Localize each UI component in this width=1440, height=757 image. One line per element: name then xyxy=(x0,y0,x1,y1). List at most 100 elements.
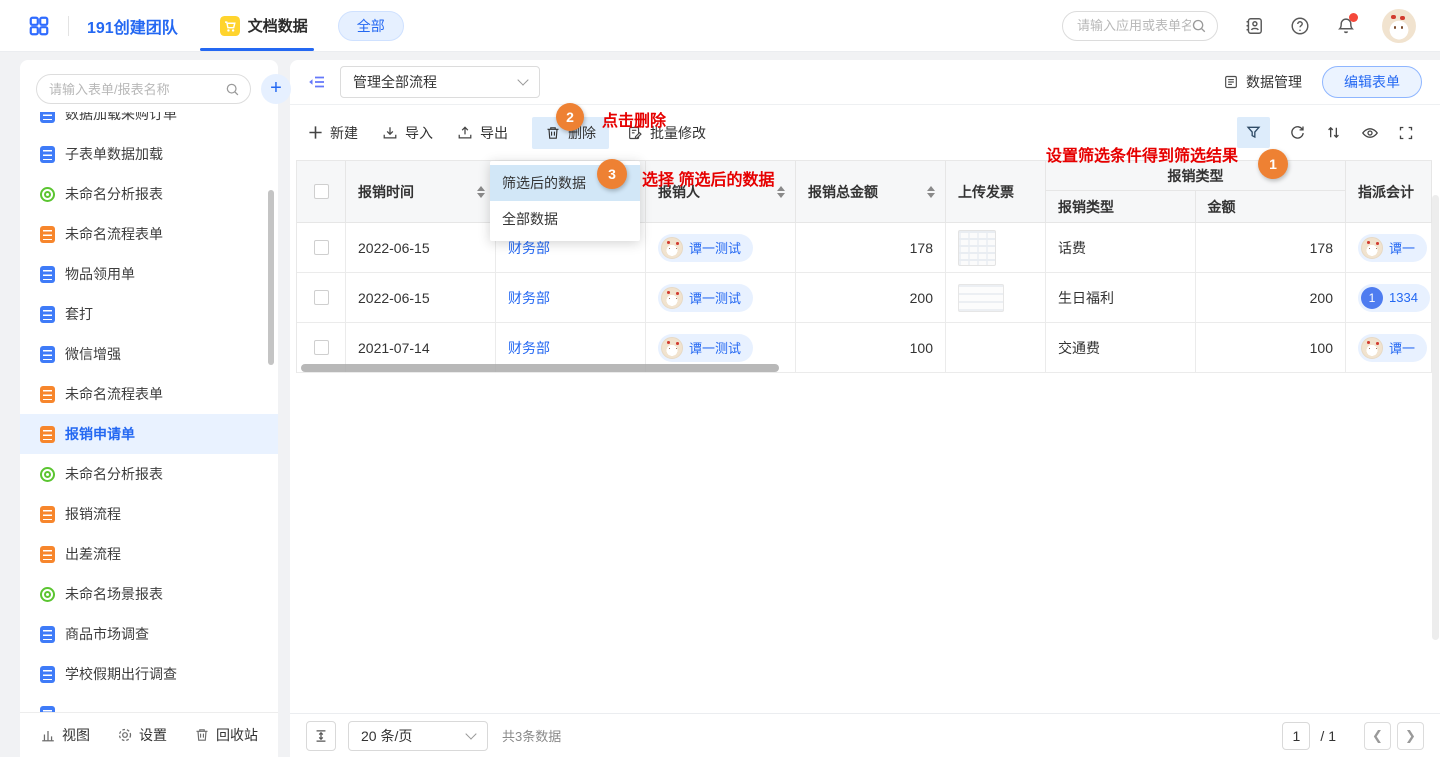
global-search-input[interactable] xyxy=(1077,18,1191,33)
page-size-select[interactable]: 20 条/页 xyxy=(348,721,488,751)
avatar xyxy=(661,287,683,309)
fullscreen-button[interactable] xyxy=(1398,125,1414,141)
sidebar-item-selected[interactable]: 报销申请单 xyxy=(20,414,278,454)
row-height-button[interactable] xyxy=(306,721,336,751)
header-invoice[interactable]: 上传发票 xyxy=(946,161,1046,223)
user-pill[interactable]: 谭一测试 xyxy=(658,334,753,362)
new-button[interactable]: 新建 xyxy=(308,123,358,143)
cell-total: 200 xyxy=(796,273,946,322)
data-manage-button[interactable]: 数据管理 xyxy=(1223,72,1302,92)
filter-button[interactable] xyxy=(1237,117,1270,148)
sidebar-item[interactable]: 商品市场调查 xyxy=(20,614,278,654)
form-icon xyxy=(40,346,55,363)
user-pill[interactable]: 谭一测试 xyxy=(658,284,753,312)
header-amount[interactable]: 金额 xyxy=(1196,191,1346,222)
contacts-icon[interactable] xyxy=(1244,16,1264,36)
cell-amount: 200 xyxy=(1196,273,1346,322)
sidebar-item[interactable]: 未命名流程表单 xyxy=(20,374,278,414)
user-pill[interactable]: 谭一测试 xyxy=(658,234,753,262)
recycle-bin-button[interactable]: 回收站 xyxy=(194,725,258,745)
sort-arrows-icon xyxy=(1325,124,1342,141)
export-button[interactable]: 导出 xyxy=(457,123,508,143)
collapse-sidebar-icon[interactable] xyxy=(308,73,326,91)
gear-icon xyxy=(117,727,133,743)
user-pill[interactable]: 11334 xyxy=(1358,284,1430,312)
header-date[interactable]: 报销时间 xyxy=(346,161,496,223)
data-table: 报销时间 报销人 报销总金额 上传发票 报销类型 报销类型 金额 指派会计 xyxy=(296,160,1432,373)
sidebar-item-clipped[interactable] xyxy=(20,694,278,712)
sort-icon[interactable] xyxy=(927,186,935,198)
sort-icon[interactable] xyxy=(477,186,485,198)
count-badge: 1 xyxy=(1361,287,1383,309)
refresh-button[interactable] xyxy=(1289,124,1306,141)
trash-icon xyxy=(194,727,210,743)
horizontal-scrollbar[interactable] xyxy=(301,364,779,372)
avatar xyxy=(1361,337,1383,359)
import-button[interactable]: 导入 xyxy=(382,123,433,143)
edit-form-button[interactable]: 编辑表单 xyxy=(1322,66,1422,98)
user-pill[interactable]: 谭一 xyxy=(1358,334,1427,362)
sidebar-item[interactable]: 数据加载采购订单 xyxy=(20,112,278,134)
tab-doc-data[interactable]: 文档数据 xyxy=(220,15,308,36)
visibility-button[interactable] xyxy=(1361,124,1379,142)
user-avatar[interactable] xyxy=(1382,9,1416,43)
cell-invoice xyxy=(946,323,1046,372)
menu-item-all-data[interactable]: 全部数据 xyxy=(490,201,640,237)
total-count-text: 共3条数据 xyxy=(502,726,561,745)
flow-filter-select[interactable]: 管理全部流程 xyxy=(340,66,540,98)
row-checkbox[interactable] xyxy=(314,240,329,255)
header-type[interactable]: 报销类型 xyxy=(1046,191,1196,222)
team-name[interactable]: 191创建团队 xyxy=(87,14,178,38)
prev-page-button[interactable]: ❮ xyxy=(1364,722,1391,750)
select-all-checkbox[interactable] xyxy=(314,184,329,199)
sidebar-search-input[interactable] xyxy=(49,82,225,97)
fullscreen-icon xyxy=(1398,125,1414,141)
form-icon xyxy=(40,626,55,643)
sort-button[interactable] xyxy=(1325,124,1342,141)
invoice-thumbnail[interactable] xyxy=(958,230,996,266)
user-pill[interactable]: 谭一 xyxy=(1358,234,1427,262)
sidebar-item[interactable]: 未命名场景报表 xyxy=(20,574,278,614)
sidebar-item[interactable]: 未命名流程表单 xyxy=(20,214,278,254)
vertical-scrollbar[interactable] xyxy=(1432,195,1439,640)
tab-all[interactable]: 全部 xyxy=(338,11,404,41)
flow-form-icon xyxy=(40,386,55,403)
sidebar-search[interactable] xyxy=(36,74,251,104)
sidebar-scrollbar[interactable] xyxy=(268,190,274,365)
flow-form-icon xyxy=(40,546,55,563)
current-page-box[interactable]: 1 xyxy=(1282,722,1310,750)
form-icon xyxy=(40,112,55,123)
cell-reporter: 谭一测试 xyxy=(646,273,796,322)
sidebar-item[interactable]: 未命名分析报表 xyxy=(20,454,278,494)
sidebar-item[interactable]: 物品领用单 xyxy=(20,254,278,294)
row-checkbox[interactable] xyxy=(314,340,329,355)
notification-bell-icon[interactable] xyxy=(1336,16,1356,36)
settings-button[interactable]: 设置 xyxy=(117,725,167,745)
help-icon[interactable] xyxy=(1290,16,1310,36)
row-checkbox[interactable] xyxy=(314,290,329,305)
apps-grid-icon[interactable] xyxy=(28,15,50,37)
sidebar-item[interactable]: 报销流程 xyxy=(20,494,278,534)
views-button[interactable]: 视图 xyxy=(40,725,90,745)
refresh-icon xyxy=(1289,124,1306,141)
header-total[interactable]: 报销总金额 xyxy=(796,161,946,223)
table-row[interactable]: 2022-06-15 财务部 谭一测试 200 生日福利 200 11334 xyxy=(297,273,1432,323)
active-tab-underline xyxy=(200,48,314,51)
table-row[interactable]: 2022-06-15 财务部 谭一测试 178 话费 178 谭一 xyxy=(297,223,1432,273)
sidebar-item[interactable]: 子表单数据加载 xyxy=(20,134,278,174)
next-page-button[interactable]: ❯ xyxy=(1397,722,1424,750)
global-search[interactable] xyxy=(1062,11,1218,41)
invoice-thumbnail[interactable] xyxy=(958,284,1004,312)
sidebar-item[interactable]: 未命名分析报表 xyxy=(20,174,278,214)
sort-icon[interactable] xyxy=(777,186,785,198)
sidebar-item[interactable]: 学校假期出行调查 xyxy=(20,654,278,694)
sidebar-item[interactable]: 套打 xyxy=(20,294,278,334)
header-accountant[interactable]: 指派会计 xyxy=(1346,161,1432,223)
sidebar-item[interactable]: 微信增强 xyxy=(20,334,278,374)
annotation-badge-1: 1 xyxy=(1258,149,1288,179)
add-form-button[interactable]: + xyxy=(261,74,291,104)
sidebar-item[interactable]: 出差流程 xyxy=(20,534,278,574)
pagination-bar: 20 条/页 共3条数据 1 / 1 ❮ ❯ xyxy=(290,713,1440,757)
cell-total: 178 xyxy=(796,223,946,272)
cell-dept: 财务部 xyxy=(496,273,646,322)
